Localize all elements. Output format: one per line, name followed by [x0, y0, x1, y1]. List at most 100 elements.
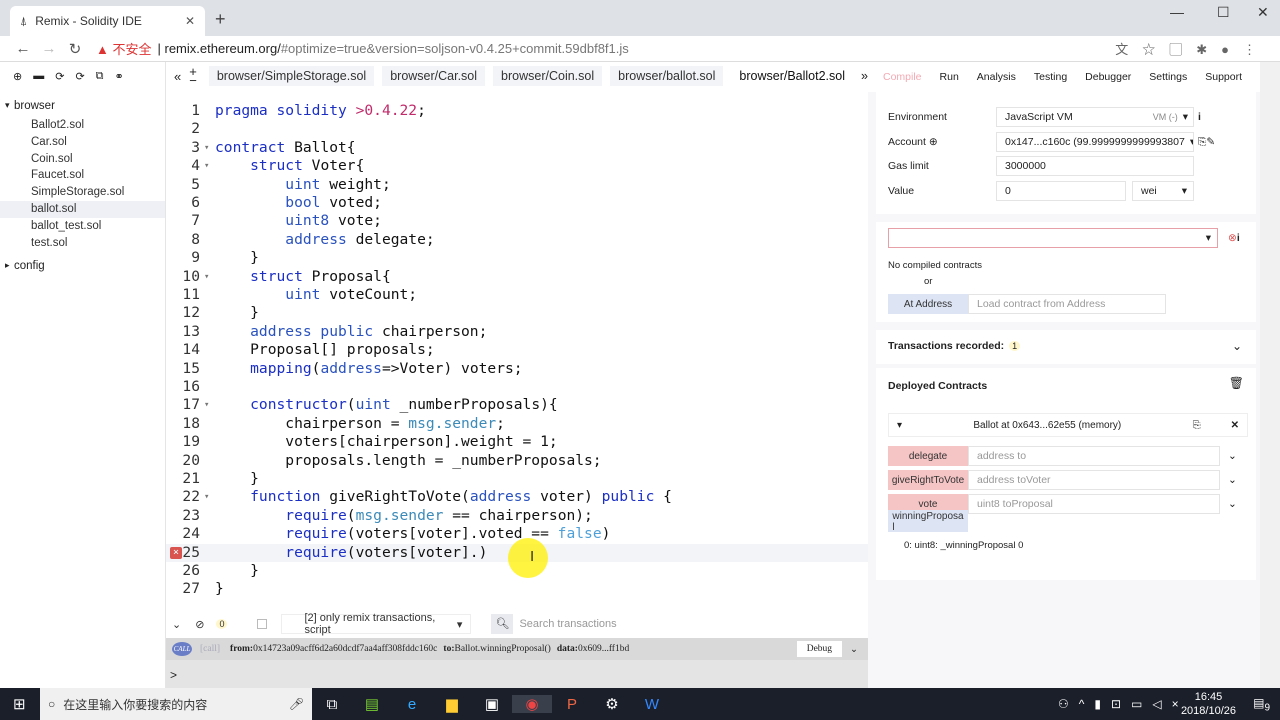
at-address-button[interactable]: At Address: [888, 294, 968, 314]
close-tab-icon[interactable]: ✕: [185, 14, 195, 28]
value-input[interactable]: 0: [996, 181, 1126, 201]
fold-icon[interactable]: ▾: [204, 157, 209, 175]
close-instance-icon[interactable]: ✕: [1231, 420, 1239, 431]
code-line[interactable]: 21 }: [166, 470, 868, 488]
browser-tab[interactable]: ⍋ Remix - Solidity IDE ✕: [10, 6, 205, 36]
file-item[interactable]: test.sol: [0, 235, 165, 252]
collapse-panel-icon[interactable]: «: [174, 69, 181, 84]
code-line[interactable]: 13 address public chairperson;: [166, 323, 868, 341]
tab-testing[interactable]: Testing: [1025, 71, 1076, 83]
copy-icon[interactable]: ⎘: [1193, 420, 1201, 431]
back-icon[interactable]: ←: [10, 40, 36, 57]
listen-checkbox[interactable]: [257, 619, 268, 629]
code-line[interactable]: 14 Proposal[] proposals;: [166, 341, 868, 359]
code-line[interactable]: 15 mapping(address=>Voter) voters;: [166, 360, 868, 378]
error-marker-icon[interactable]: ×: [170, 546, 182, 559]
file-item[interactable]: Coin.sol: [0, 151, 165, 168]
file-item[interactable]: Car.sol: [0, 134, 165, 151]
settings-icon[interactable]: ⚙: [592, 695, 632, 713]
windows-start-icon[interactable]: ⊞: [13, 695, 26, 713]
editor-tab[interactable]: browser/Ballot2.sol: [731, 66, 854, 86]
tab-support[interactable]: Support: [1196, 71, 1251, 83]
code-line[interactable]: 11 uint voteCount;: [166, 286, 868, 304]
fold-icon[interactable]: ▾: [204, 488, 209, 506]
chrome-icon[interactable]: ◉: [512, 695, 552, 713]
file-item[interactable]: ballot.sol: [0, 200, 165, 218]
unit-select[interactable]: wei ▾: [1132, 181, 1194, 201]
create-file-icon[interactable]: ⊕: [13, 70, 22, 83]
code-line[interactable]: 7 uint8 vote;: [166, 212, 868, 230]
folder-browser[interactable]: browser: [0, 100, 165, 117]
expand-log-icon[interactable]: ⌄: [850, 644, 858, 655]
fold-icon[interactable]: ▾: [204, 396, 209, 414]
code-line[interactable]: 27}: [166, 580, 868, 598]
editor-tab[interactable]: browser/SimpleStorage.sol: [208, 66, 375, 86]
browser-extension-icons[interactable]: 文☆▢✱●⋮: [1115, 39, 1270, 58]
edge-icon[interactable]: e: [392, 696, 432, 713]
tab-run[interactable]: Run: [931, 71, 968, 83]
clear-terminal-icon[interactable]: ⊘: [195, 618, 204, 631]
code-line[interactable]: 19 voters[chairperson].weight = 1;: [166, 433, 868, 451]
minimize-button[interactable]: —: [1170, 4, 1184, 20]
github-icon[interactable]: ⟳: [75, 70, 84, 83]
code-line[interactable]: 8 address delegate;: [166, 231, 868, 249]
code-line[interactable]: 17 ▾ constructor(uint _numberProposals){: [166, 396, 868, 414]
code-line[interactable]: 23 require(msg.sender == chairperson);: [166, 507, 868, 525]
open-folder-icon[interactable]: ▬: [33, 70, 44, 83]
tab-debugger[interactable]: Debugger: [1076, 71, 1140, 83]
reload-icon[interactable]: ↻: [62, 40, 88, 58]
code-line[interactable]: 16: [166, 378, 868, 396]
transactions-recorded[interactable]: Transactions recorded: 1 ⌄: [876, 330, 1256, 364]
tab-settings[interactable]: Settings: [1140, 71, 1196, 83]
new-tab-button[interactable]: +: [215, 9, 226, 30]
log-entry[interactable]: CALL [call] from: 0x14723a09acff6d2a60dcd…: [166, 638, 868, 660]
github-publish-icon[interactable]: ⟳: [55, 70, 64, 83]
app-icon[interactable]: ▣: [472, 695, 512, 713]
chevron-down-icon[interactable]: ⌄: [1228, 474, 1237, 486]
debug-button[interactable]: Debug: [796, 641, 843, 657]
code-line[interactable]: 12 }: [166, 304, 868, 322]
chevron-down-icon[interactable]: ⌄: [1232, 339, 1242, 353]
code-line[interactable]: 4 ▾ struct Voter{: [166, 157, 868, 175]
edit-icon[interactable]: ✎: [1206, 136, 1215, 148]
system-tray-icons[interactable]: ⚇^▮⊡▭◁×: [1058, 697, 1189, 711]
tab-compile[interactable]: Compile: [874, 71, 931, 83]
notepad-icon[interactable]: ▤: [352, 695, 392, 713]
folder-config[interactable]: config: [0, 260, 165, 277]
copy-address-icon[interactable]: ⎘: [1198, 136, 1206, 149]
code-line[interactable]: 6 bool voted;: [166, 194, 868, 212]
collapse-terminal-icon[interactable]: ⌄: [172, 618, 181, 631]
trash-icon[interactable]: 🗑︎: [1229, 376, 1244, 390]
task-view-icon[interactable]: ⧉: [312, 696, 352, 713]
notifications-icon[interactable]: ▤9: [1253, 696, 1270, 713]
word-icon[interactable]: W: [632, 696, 672, 713]
code-line[interactable]: 9 }: [166, 249, 868, 267]
code-line[interactable]: 20 proposals.length = _numberProposals;: [166, 452, 868, 470]
scrollbar[interactable]: [1260, 62, 1280, 688]
account-select[interactable]: 0x147...c160c (99.9999999999993807▾: [996, 132, 1194, 152]
code-line[interactable]: 5 uint weight;: [166, 176, 868, 194]
file-item[interactable]: SimpleStorage.sol: [0, 184, 165, 201]
add-account-icon[interactable]: ⊕: [929, 136, 938, 148]
function-button-delegate[interactable]: delegate: [888, 446, 968, 466]
search-transactions-input[interactable]: Search transactions: [519, 618, 616, 630]
filter-select[interactable]: [2] only remix transactions, script ▾: [281, 612, 472, 636]
chevron-down-icon[interactable]: ⌄: [1228, 498, 1237, 510]
code-line[interactable]: 1 pragma solidity >0.4.22;: [166, 102, 868, 120]
code-line[interactable]: 3 ▾ contract Ballot{: [166, 139, 868, 157]
terminal-prompt[interactable]: >: [166, 660, 868, 688]
expand-panel-icon[interactable]: »: [861, 69, 868, 83]
taskbar-search[interactable]: ○ 在这里输入你要搜索的内容 🎤︎: [40, 688, 312, 720]
function-arg-input[interactable]: address toVoter: [968, 470, 1220, 490]
copy-icon[interactable]: ⧉: [96, 70, 104, 83]
zoom-font-icon[interactable]: + −: [189, 65, 197, 87]
function-arg-input[interactable]: uint8 toProposal: [968, 494, 1220, 514]
link-icon[interactable]: ⚭: [115, 70, 124, 83]
forward-icon[interactable]: →: [36, 40, 62, 57]
contract-select[interactable]: ▾: [888, 228, 1218, 248]
winningProposal-button[interactable]: winningProposa l: [888, 510, 968, 532]
function-arg-input[interactable]: address to: [968, 446, 1220, 466]
contract-instance-header[interactable]: ▾ Ballot at 0x643...62e55 (memory) ⎘ ✕: [888, 413, 1248, 437]
code-line[interactable]: 18 chairperson = msg.sender;: [166, 415, 868, 433]
gas-limit-input[interactable]: 3000000: [996, 156, 1194, 176]
